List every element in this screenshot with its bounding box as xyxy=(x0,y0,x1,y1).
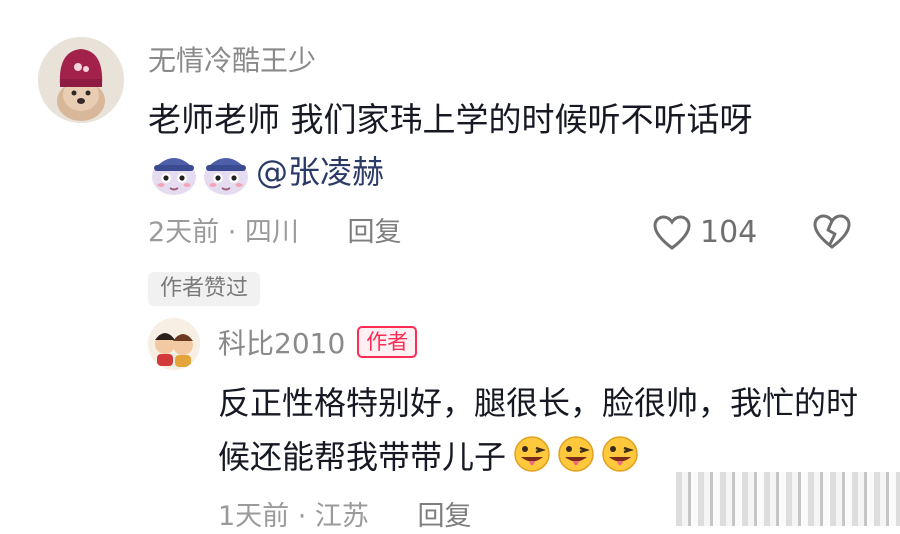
tongue-wink-emoji-icon xyxy=(558,436,594,472)
reply-username-line: 科比2010 作者 xyxy=(218,326,418,361)
author-liked-badge: 作者赞过 xyxy=(148,272,261,306)
emoji-group xyxy=(510,434,642,474)
reply-avatar[interactable] xyxy=(148,318,200,370)
reply-time-location: 1天前 · 江苏 xyxy=(218,501,369,532)
tongue-wink-emoji-icon xyxy=(602,436,638,472)
bunny-sticker-icon xyxy=(152,158,196,195)
reply-button[interactable]: 回复 xyxy=(348,217,402,248)
comment-time-location: 2天前 · 四川 xyxy=(148,217,299,248)
comment-text: 老师老师 我们家玮上学的时候听不听话呀 xyxy=(148,100,753,139)
reply-text-block: 反正性格特别好，腿很长，脸很帅，我忙的时候还能帮我带带儿子 xyxy=(218,376,868,484)
watermark-blur xyxy=(676,472,900,526)
comment-mention-line: @张凌赫 xyxy=(148,146,384,198)
bunny-sticker-icon xyxy=(204,158,248,195)
like-count: 104 xyxy=(700,215,758,250)
dog-chef-avatar-icon xyxy=(38,37,124,123)
comment-meta: 2天前 · 四川 回复 xyxy=(148,216,402,250)
commenter-username[interactable]: 无情冷酷王少 xyxy=(148,44,316,78)
heart-outline-icon xyxy=(653,215,691,250)
cartoon-avatar-icon xyxy=(148,318,200,370)
reply-reply-button[interactable]: 回复 xyxy=(418,501,472,532)
author-tag: 作者 xyxy=(357,326,418,358)
reply-meta: 1天前 · 江苏 回复 xyxy=(218,500,472,534)
reply-username[interactable]: 科比2010 xyxy=(218,327,345,360)
broken-heart-icon xyxy=(813,214,851,249)
tongue-wink-emoji-icon xyxy=(514,436,550,472)
mention-link[interactable]: @张凌赫 xyxy=(256,152,384,192)
dislike-button[interactable] xyxy=(812,212,852,256)
commenter-avatar[interactable] xyxy=(38,37,124,123)
like-button[interactable]: 104 xyxy=(652,214,757,252)
